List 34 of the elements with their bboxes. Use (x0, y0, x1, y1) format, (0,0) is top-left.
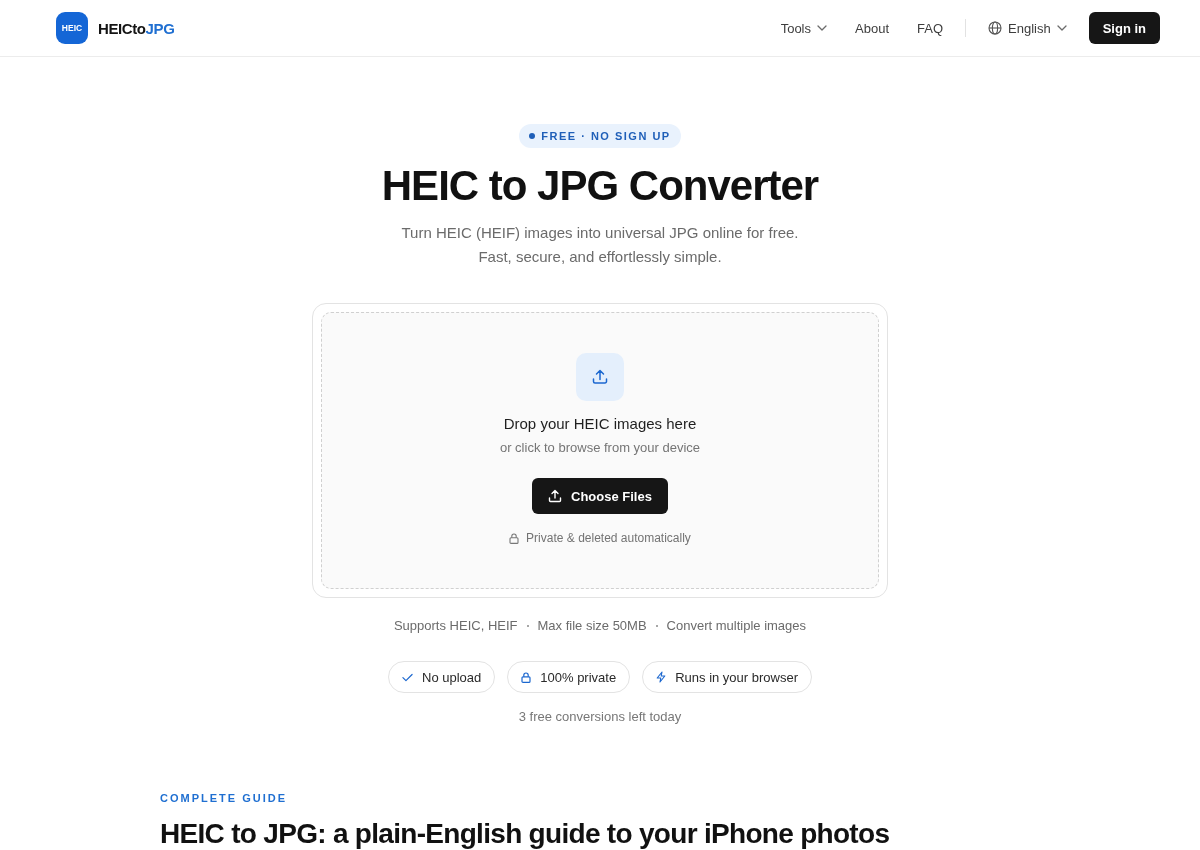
upload-icon (548, 489, 563, 503)
lock-icon (509, 532, 520, 544)
subtitle: Turn HEIC (HEIF) images into universal JPG online for free. Fast, secure, and effortlessly simple. (401, 223, 799, 267)
drop-title: Drop your HEIC images here (503, 414, 697, 434)
support-info: Max file size 50MB (537, 618, 647, 634)
lock-icon (521, 671, 532, 683)
nav-link[interactable]: FAQ (917, 20, 943, 36)
drop-hint: or click to browse from your device (499, 439, 701, 457)
choose-files-button[interactable]: Choose Files (532, 478, 668, 514)
page-title: HEIC to JPG Converter (381, 161, 819, 211)
feature-label: 100% private (540, 669, 617, 685)
support-info: Supports HEIC, HEIF (393, 618, 518, 634)
quota-note: 3 free conversions left today (518, 709, 682, 725)
badge-text: FREE · NO SIGN UP (541, 130, 671, 142)
caret-icon (817, 25, 827, 31)
nav-menu[interactable]: Tools (780, 20, 827, 36)
privacy-note: Private & deleted automatically (526, 530, 691, 546)
support-info: Convert multiple images (666, 618, 807, 634)
drop-zone[interactable]: Drop your HEIC images here or click to browse from your device Choose Files Private & deleted automatically (321, 312, 879, 589)
feature-label: Runs in your browser (675, 669, 798, 685)
upload-icon (576, 353, 624, 401)
logo-mark[interactable]: HEIC (56, 12, 88, 44)
section-eyebrow: COMPLETE GUIDE (160, 791, 288, 805)
check-icon (402, 672, 413, 682)
section-title: HEIC to JPG: a plain-English guide to your iPhone photos (160, 817, 891, 850)
caret-icon (1056, 25, 1067, 31)
nav-link[interactable]: About (855, 20, 889, 36)
sign-in-button[interactable]: Sign in (1088, 12, 1160, 44)
language-selector[interactable]: English (988, 20, 1067, 36)
globe-icon (988, 21, 1002, 35)
brand-name[interactable]: HEICtoJPG (98, 19, 175, 37)
lightning-icon (656, 671, 667, 683)
dot-icon (529, 133, 536, 139)
feature-label: No upload (422, 669, 482, 685)
